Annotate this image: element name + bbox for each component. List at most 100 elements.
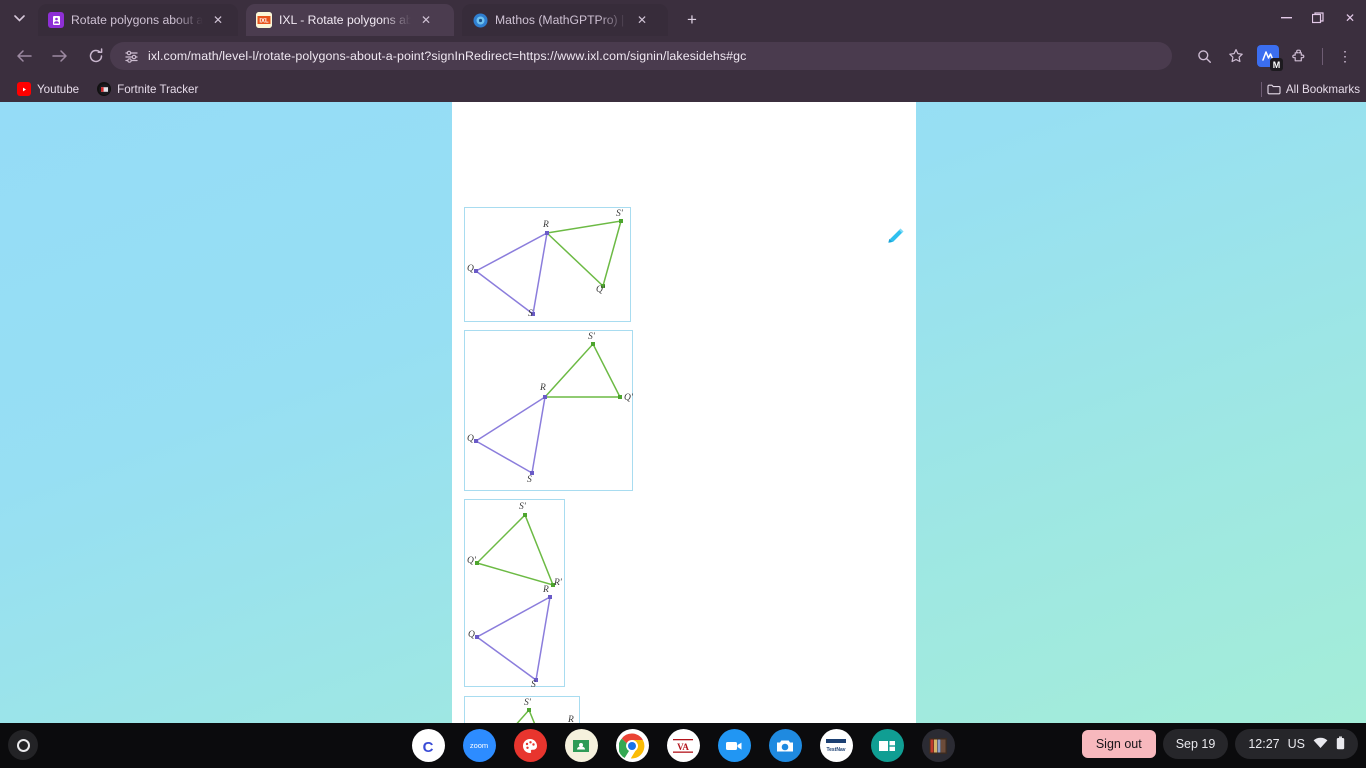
figure-4-label-R: R [568, 715, 574, 723]
youtube-icon [17, 82, 31, 96]
figure-3-label-Q: Q [468, 630, 475, 640]
presentation-app[interactable] [870, 729, 904, 762]
figure-option-3[interactable]: S' Q' R' R Q S [464, 499, 565, 690]
all-bookmarks-label: All Bookmarks [1285, 82, 1360, 96]
svg-text:C: C [423, 739, 434, 756]
figure-3-label-S-prime: S' [519, 502, 526, 512]
figure-2-label-S: S [527, 475, 532, 485]
mathos-icon [472, 12, 488, 28]
svg-text:TestNav: TestNav [826, 747, 845, 753]
all-bookmarks-button[interactable]: All Bookmarks [1260, 81, 1360, 97]
bookmark-star-icon[interactable] [1221, 41, 1251, 71]
chrome-app[interactable] [615, 729, 649, 762]
extension-badge-letter: M [1270, 58, 1283, 71]
figure-4-graphic [516, 708, 536, 723]
browser-tab-2[interactable]: IXL IXL - Rotate polygons about a p ✕ [246, 4, 454, 36]
window-controls: ✕ [1270, 0, 1366, 36]
figure-3-graphic [475, 513, 555, 682]
browser-tab-1[interactable]: Rotate polygons about a point ✕ [38, 4, 238, 36]
extensions-puzzle-icon[interactable] [1285, 41, 1315, 71]
tab-search-chevron-icon[interactable] [6, 6, 32, 30]
library-app[interactable] [921, 729, 955, 762]
figure-3-label-S: S [531, 680, 536, 690]
reload-button[interactable] [81, 41, 111, 71]
figure-option-2[interactable]: Q R S S' Q' [464, 330, 633, 491]
browser-tab-1-title: Rotate polygons about a point [71, 13, 203, 27]
figure-3-label-Q-prime: Q' [467, 556, 476, 566]
sign-out-button[interactable]: Sign out [1081, 730, 1156, 758]
clever-app[interactable]: C [411, 729, 445, 762]
close-icon[interactable]: ✕ [634, 12, 650, 28]
browser-tab-3-title: Mathos (MathGPTPro) | AI Mat [495, 13, 627, 27]
chromeos-desktop: Rotate polygons about a point ✕ IXL IXL … [0, 0, 1366, 768]
tab-strip: Rotate polygons about a point ✕ IXL IXL … [0, 0, 1366, 36]
bookmark-youtube[interactable]: Youtube [10, 79, 86, 99]
forward-button[interactable] [45, 41, 75, 71]
figure-3-label-R: R [543, 585, 549, 595]
browser-tab-3[interactable]: Mathos (MathGPTPro) | AI Mat ✕ [462, 4, 668, 36]
figure-1-label-Q-prime: Q' [596, 285, 605, 295]
camera-app[interactable] [768, 729, 802, 762]
toolbar-right-actions: M ⋮ [1189, 41, 1360, 71]
figure-2-graphic [474, 342, 622, 475]
page-viewport: Q R S S' Q' Q R S S' Q' S' Q' R' R Q S S… [0, 102, 1366, 723]
minimize-button[interactable] [1270, 0, 1302, 36]
bookmark-youtube-label: Youtube [37, 82, 80, 96]
wifi-icon [1313, 737, 1328, 752]
extension-icon: M [1257, 45, 1283, 71]
figure-1-label-S: S [528, 309, 533, 319]
folder-icon [1267, 82, 1281, 96]
date-label: Sep 19 [1175, 737, 1216, 751]
figure-2-label-S-prime: S' [588, 332, 595, 342]
figure-2-label-Q: Q [467, 434, 474, 444]
search-icon[interactable] [1189, 41, 1219, 71]
figure-3-label-R-prime: R' [554, 578, 562, 588]
svg-text:IXL: IXL [259, 19, 269, 25]
system-tray: Sign out Sep 19 12:27 US [1081, 729, 1358, 759]
figure-1-label-S-prime: S' [616, 209, 623, 219]
chrome-menu-button[interactable]: ⋮ [1330, 41, 1360, 71]
maximize-restore-button[interactable] [1302, 0, 1334, 36]
zoom-app-label: zoom [469, 741, 489, 750]
figure-1-label-Q: Q [467, 264, 474, 274]
zoom-app[interactable]: zoom [462, 729, 496, 762]
mathos-extension-button[interactable]: M [1253, 41, 1283, 71]
time-label: 12:27 [1248, 737, 1280, 751]
pencil-icon[interactable] [884, 226, 906, 248]
va-app[interactable]: VA [666, 729, 700, 762]
purple-doc-icon [48, 12, 64, 28]
bookmark-fortnite-tracker-label: Fortnite Tracker [117, 82, 199, 96]
fortnite-tracker-icon [97, 82, 112, 96]
status-tray-button[interactable]: 12:27 US [1235, 729, 1358, 759]
figure-2-label-R: R [540, 383, 546, 393]
browser-tab-2-title: IXL - Rotate polygons about a p [279, 13, 411, 27]
browser-toolbar: ixl.com/math/level-l/rotate-polygons-abo… [0, 36, 1366, 76]
toolbar-divider [1322, 47, 1323, 65]
svg-text:VA: VA [677, 742, 689, 752]
battery-icon [1336, 736, 1345, 753]
bookmark-fortnite-tracker[interactable]: Fortnite Tracker [90, 79, 205, 99]
paint-app[interactable] [513, 729, 547, 762]
close-icon[interactable]: ✕ [210, 12, 226, 28]
close-icon[interactable]: ✕ [418, 12, 434, 28]
figure-option-1[interactable]: Q R S S' Q' [464, 207, 631, 322]
chrome-browser-window: Rotate polygons about a point ✕ IXL IXL … [0, 0, 1366, 723]
page-settings-icon[interactable] [122, 47, 140, 65]
bookmarks-divider [1260, 81, 1262, 97]
figure-option-4[interactable]: S' R R' Q Q' S [464, 696, 580, 723]
date-tray-button[interactable]: Sep 19 [1162, 729, 1229, 759]
chromeos-shelf: C zoom VA TestNav Sign out Sep 19 12:27 … [0, 723, 1366, 768]
new-tab-button[interactable]: + [680, 9, 704, 33]
ixl-icon: IXL [256, 12, 272, 28]
back-button[interactable] [9, 41, 39, 71]
bookmarks-bar: Youtube Fortnite Tracker All Bookmarks [0, 76, 1366, 102]
address-bar[interactable]: ixl.com/math/level-l/rotate-polygons-abo… [110, 42, 1172, 70]
testnav-app[interactable]: TestNav [819, 729, 853, 762]
figure-1-label-R: R [543, 220, 549, 230]
address-bar-url: ixl.com/math/level-l/rotate-polygons-abo… [148, 49, 747, 63]
figure-4-label-S-prime: S' [524, 698, 531, 708]
video-camera-app[interactable] [717, 729, 751, 762]
google-classroom-app[interactable] [564, 729, 598, 762]
close-window-button[interactable]: ✕ [1334, 0, 1366, 36]
figure-2-label-Q-prime: Q' [624, 393, 633, 403]
